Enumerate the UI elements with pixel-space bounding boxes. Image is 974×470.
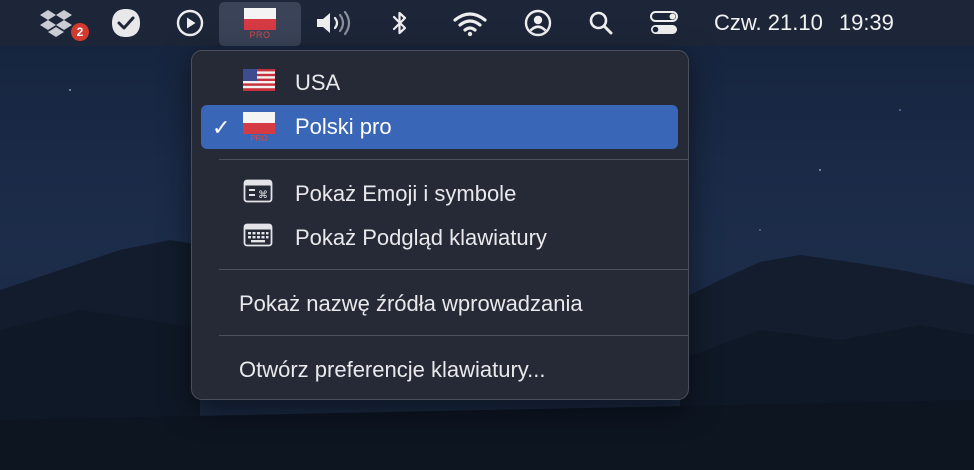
clock-time: 19:39: [838, 10, 894, 35]
clock-date: Czw. 21.10: [714, 10, 823, 35]
pl-flag-icon: PRO: [243, 112, 275, 148]
menu-item-label: Otwórz preferencje klawiatury...: [239, 357, 546, 382]
dropbox-status-item[interactable]: 2: [34, 0, 89, 46]
menu-separator: [219, 159, 689, 160]
control-center-toggles-icon: [650, 11, 678, 34]
svg-text:⌘: ⌘: [258, 190, 268, 201]
media-play-status-item[interactable]: [173, 0, 207, 46]
input-source-status-item[interactable]: PRO: [219, 2, 301, 46]
tasks-status-item[interactable]: [108, 0, 144, 46]
menu-bar: 2 PRO Czw. 21.10 19:39: [0, 0, 974, 46]
menu-item-show-input-source-name[interactable]: Pokaż nazwę źródła wprowadzania: [201, 282, 678, 326]
menu-item-label: USA: [295, 70, 341, 95]
input-source-menu: USA ✓ PRO Polski pro ⌘ Pokaż Emoji i sym…: [191, 50, 689, 400]
checkmark-icon: ✓: [212, 115, 231, 140]
flag-pro-badge: PRO: [250, 134, 267, 142]
menu-item-label: Pokaż Podgląd klawiatury: [295, 225, 547, 250]
emoji-viewer-icon: ⌘: [243, 179, 273, 209]
bluetooth-icon: [392, 11, 407, 35]
keyboard-viewer-icon: [243, 223, 273, 253]
menu-item-open-keyboard-preferences[interactable]: Otwórz preferencje klawiatury...: [201, 348, 678, 392]
menu-item-show-keyboard-viewer[interactable]: Pokaż Podgląd klawiatury: [201, 216, 678, 260]
user-account-status-item[interactable]: [522, 0, 554, 46]
dropbox-icon: [40, 10, 72, 37]
dropbox-notification-badge: 2: [71, 23, 89, 41]
menubar-clock[interactable]: Czw. 21.10 19:39: [714, 0, 894, 46]
play-circle-icon: [176, 9, 204, 37]
menu-item-show-emoji[interactable]: ⌘ Pokaż Emoji i symbole: [201, 172, 678, 216]
control-center-status-item[interactable]: [646, 0, 682, 46]
pro-badge-label: PRO: [249, 30, 271, 40]
wifi-icon: [453, 12, 487, 37]
search-icon: [589, 11, 613, 35]
menu-separator: [219, 335, 689, 336]
menu-item-label: Polski pro: [295, 114, 392, 139]
speaker-volume-icon: [317, 10, 351, 36]
menu-item-polski-pro[interactable]: ✓ PRO Polski pro: [201, 105, 678, 149]
menu-item-usa[interactable]: USA: [201, 61, 678, 105]
checkmark-badge-icon: [112, 9, 140, 37]
volume-status-item[interactable]: [313, 0, 355, 46]
bluetooth-status-item[interactable]: [386, 0, 414, 46]
user-circle-icon: [524, 9, 552, 37]
us-flag-icon: [243, 69, 275, 97]
spotlight-status-item[interactable]: [586, 0, 616, 46]
pl-flag-icon: [244, 8, 276, 30]
wifi-status-item[interactable]: [450, 0, 490, 46]
menu-separator: [219, 269, 689, 270]
menu-item-label: Pokaż Emoji i symbole: [295, 181, 517, 206]
menu-item-label: Pokaż nazwę źródła wprowadzania: [239, 291, 583, 316]
